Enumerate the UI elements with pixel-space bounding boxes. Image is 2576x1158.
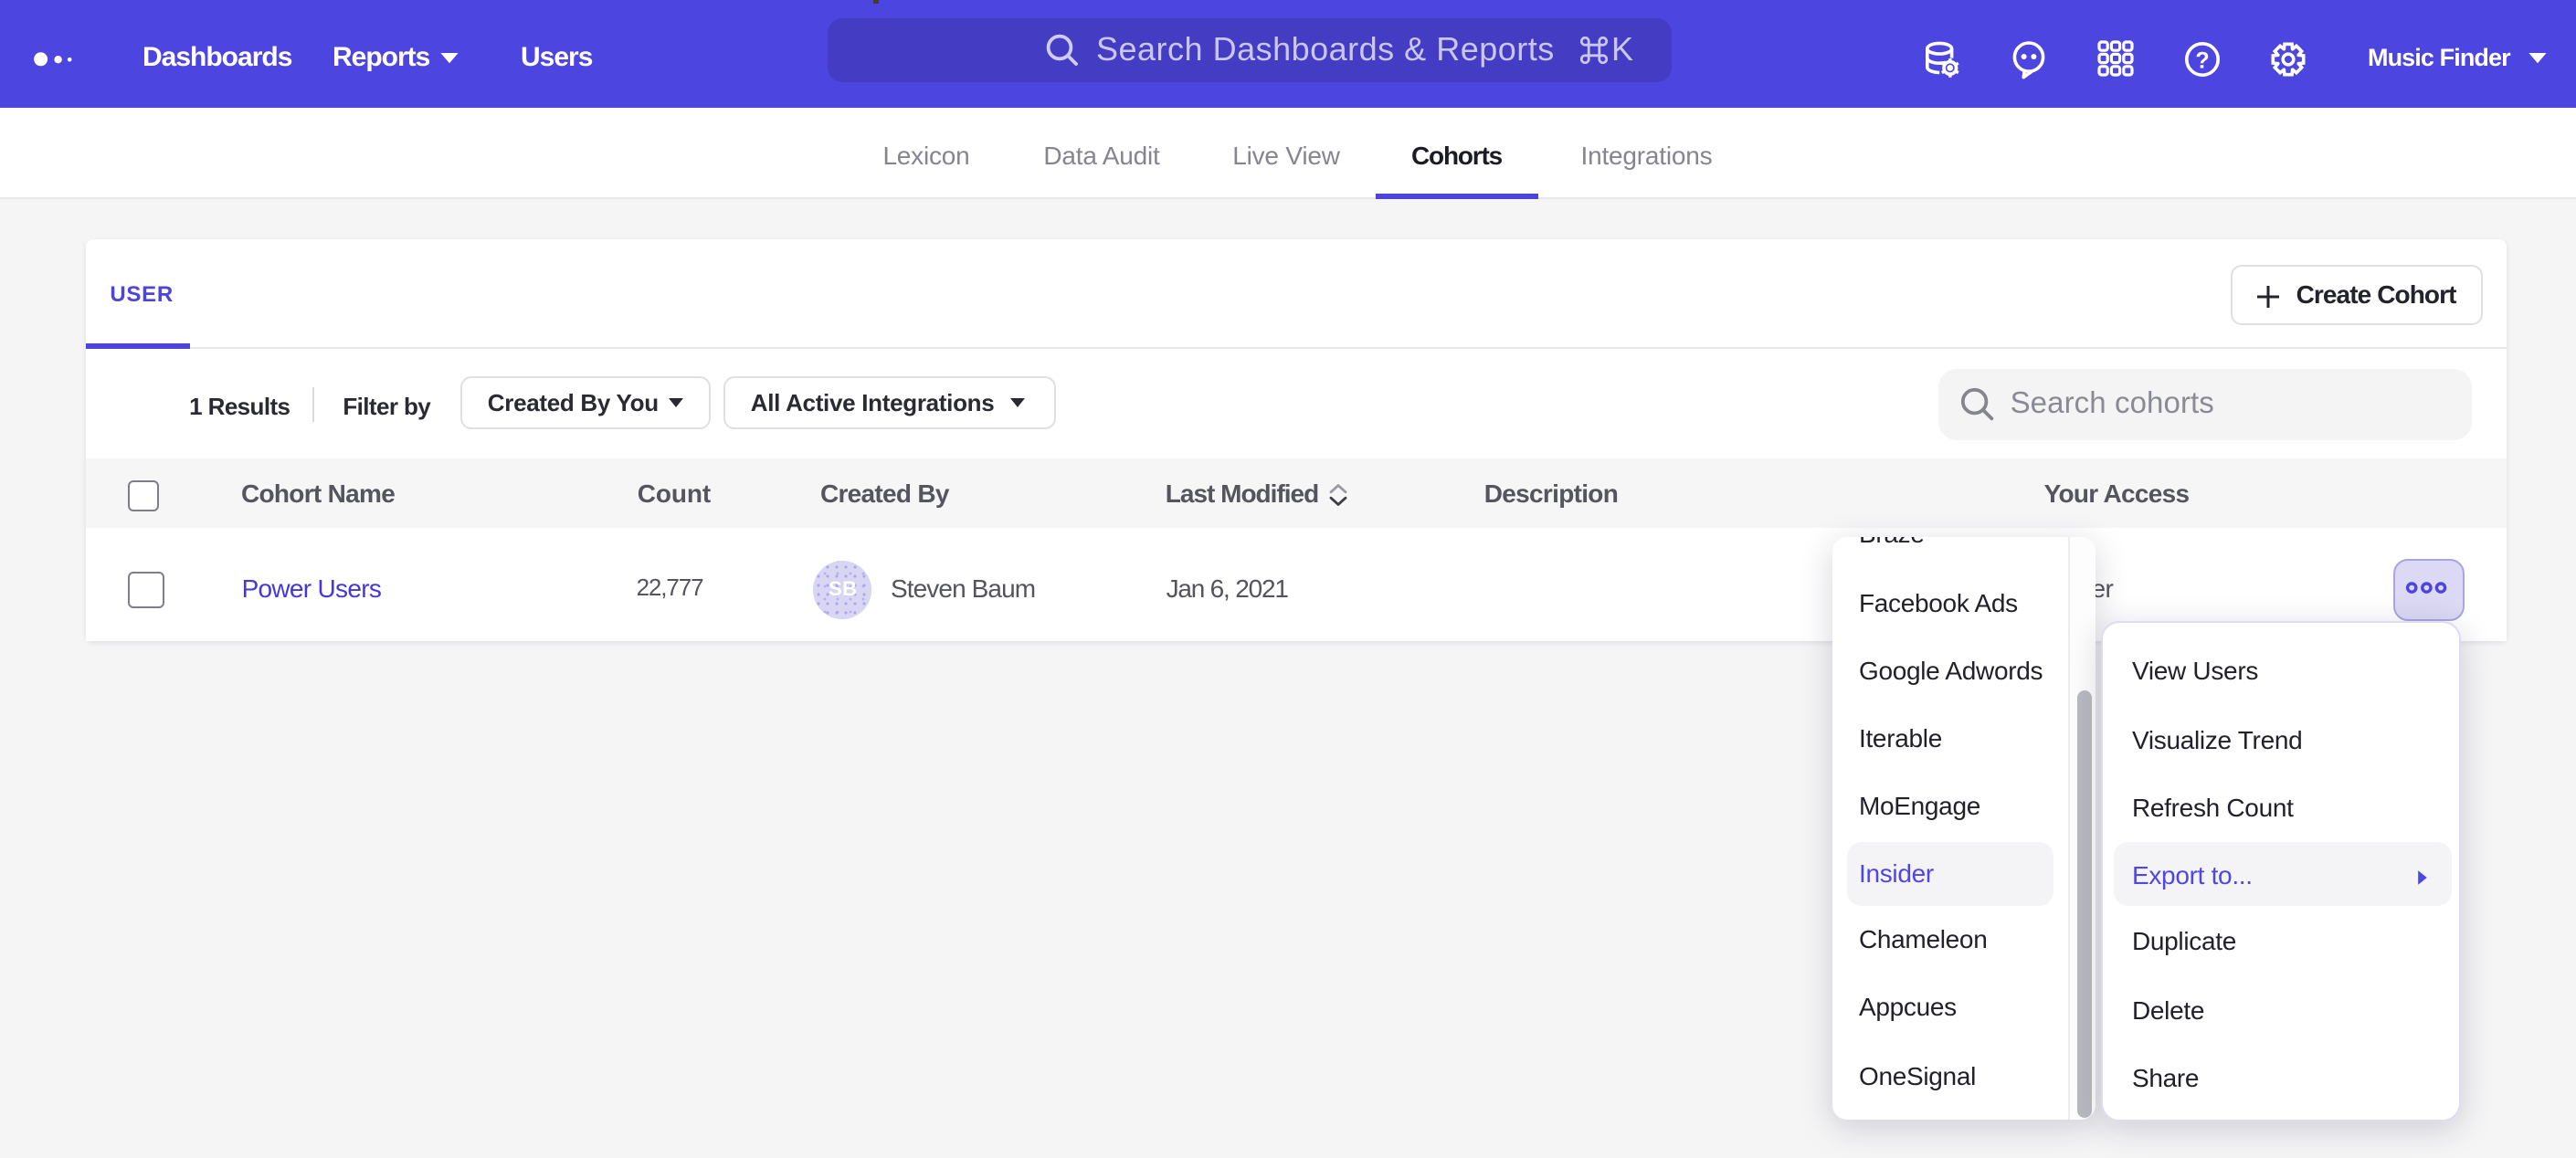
svg-text:?: ? xyxy=(2195,47,2209,73)
